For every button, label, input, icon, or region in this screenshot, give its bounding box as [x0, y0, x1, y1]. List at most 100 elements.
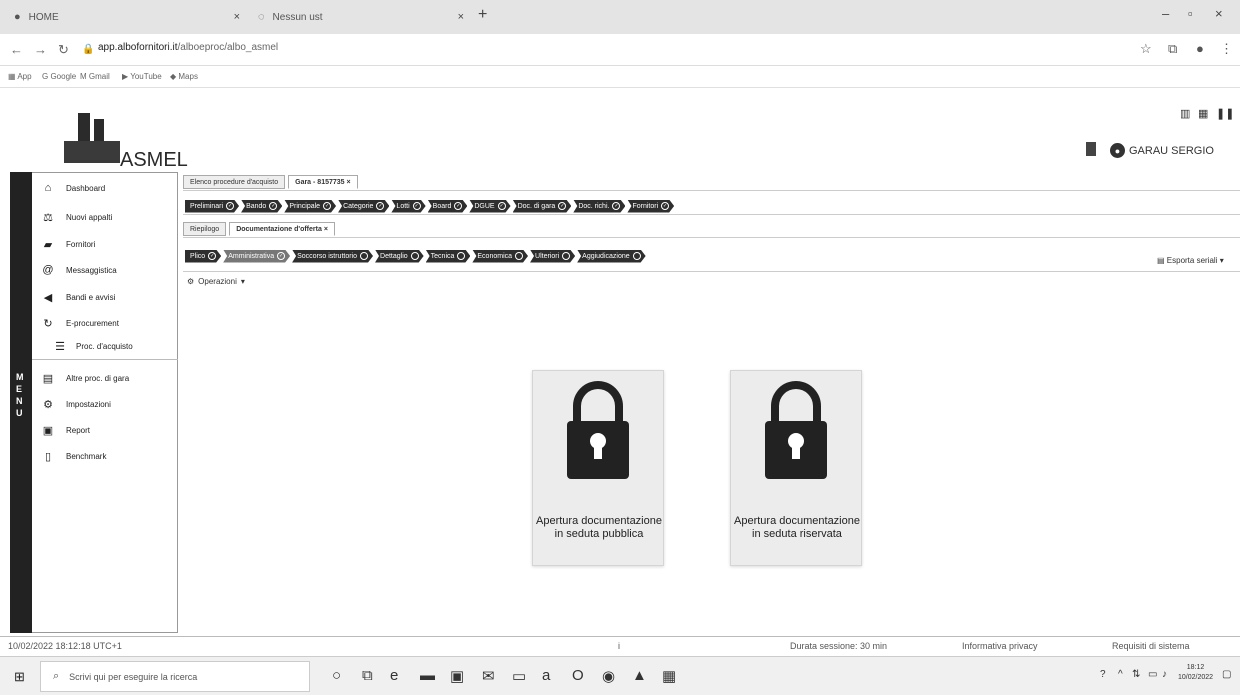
step-bando[interactable]: Bando ✓: [241, 200, 282, 213]
tab-riepilogo[interactable]: Riepilogo: [183, 222, 227, 236]
minimize-button[interactable]: –: [1162, 6, 1169, 21]
operations-dropdown[interactable]: ⚙ Operazioni ▾: [187, 277, 245, 286]
close-tab-icon[interactable]: ×: [458, 11, 464, 23]
bookmark-maps[interactable]: ◆ Maps: [170, 72, 198, 81]
circle-icon: [411, 252, 419, 260]
check-icon: ✓: [210, 253, 215, 259]
export-serials-button[interactable]: ▤ Esporta seriali ▾: [1157, 256, 1224, 265]
store-icon[interactable]: ▣: [450, 667, 464, 685]
phase-tecnica[interactable]: Tecnica: [426, 250, 471, 263]
card-label: Apertura documentazione in seduta pubbli…: [536, 515, 662, 540]
file-explorer-icon[interactable]: ▬: [420, 667, 435, 684]
star-icon[interactable]: ☆: [1140, 41, 1152, 57]
kebab-menu-icon[interactable]: ⋮: [1220, 41, 1233, 57]
bookmark-gmail[interactable]: M Gmail: [80, 72, 110, 81]
sidebar-item-benchmark[interactable]: ▯ Benchmark: [32, 443, 178, 469]
bookmark-google[interactable]: G Google: [42, 72, 76, 81]
sub-tabs: Riepilogo Documentazione d'offerta ×: [183, 221, 338, 237]
sidebar-item-fornitori[interactable]: ▰ Fornitori: [32, 231, 178, 257]
help-icon[interactable]: ?: [1100, 669, 1106, 680]
operations-label: Operazioni: [198, 277, 237, 286]
notifications-icon[interactable]: ▢: [1222, 669, 1231, 680]
forward-button[interactable]: →: [34, 42, 47, 57]
sidebar-item-impostazioni[interactable]: ⚙ Impostazioni: [32, 391, 178, 417]
browser-tab-home[interactable]: ● HOME ×: [6, 4, 246, 30]
sidebar-item-dashboard[interactable]: ⌂ Dashboard: [32, 175, 178, 201]
tab-elenco-procedure[interactable]: Elenco procedure d'acquisto: [183, 175, 286, 189]
step-dgue[interactable]: DGUE ✓: [469, 200, 510, 213]
edge-icon[interactable]: e: [390, 667, 398, 684]
sidebar-item-nuovi-appalti[interactable]: ⚖ Nuovi appalti: [32, 204, 178, 230]
taskbar-clock[interactable]: 18:12 10/02/2022: [1178, 663, 1213, 683]
battery-icon[interactable]: ▭: [1148, 669, 1157, 680]
office-icon[interactable]: O: [572, 667, 584, 684]
outlook-icon[interactable]: ▦: [662, 667, 676, 685]
step-fornitori[interactable]: Fornitori ✓: [627, 200, 674, 213]
amazon-icon[interactable]: a: [542, 667, 550, 684]
notebook-icon[interactable]: [1086, 142, 1096, 156]
menu-toggle[interactable]: M E N U: [10, 172, 32, 633]
bookmark-apps[interactable]: ▦ App: [8, 72, 32, 81]
close-tab-icon[interactable]: ×: [324, 226, 328, 233]
bookmark-youtube[interactable]: ▶ YouTube: [122, 72, 162, 81]
privacy-link[interactable]: Informativa privacy: [962, 641, 1038, 651]
network-icon[interactable]: ⇅: [1132, 669, 1140, 680]
circle-icon: [515, 252, 523, 260]
user-menu[interactable]: ● GARAU SERGIO: [1110, 143, 1214, 158]
profile-icon[interactable]: ●: [1196, 41, 1204, 56]
volume-icon[interactable]: ♪: [1162, 669, 1167, 680]
step-principale[interactable]: Principale ✓: [284, 200, 336, 213]
url-field[interactable]: app.albofornitori.it/alboeproc/albo_asme…: [98, 42, 278, 53]
sidebar-item-proc-acquisto[interactable]: ☰ Proc. d'acquisto: [32, 333, 178, 359]
step-doc-richi[interactable]: Doc. richi. ✓: [573, 200, 625, 213]
sidebar-item-bandi[interactable]: ◀ Bandi e avvisi: [32, 284, 178, 310]
step-preliminari[interactable]: Preliminari ✓: [185, 200, 239, 213]
tab-gara[interactable]: Gara - 8157735 ×: [288, 175, 358, 189]
step-lotti[interactable]: Lotti ✓: [391, 200, 425, 213]
maximize-button[interactable]: ▫: [1188, 6, 1193, 21]
phase-label: Ulteriori: [535, 252, 560, 260]
back-button[interactable]: ←: [10, 42, 23, 57]
logo-text: ASMEL: [120, 149, 188, 171]
layout-columns-icon[interactable]: ❚❚: [1216, 107, 1234, 120]
new-tab-button[interactable]: +: [478, 6, 487, 24]
layout-grid-icon[interactable]: ▥: [1180, 107, 1190, 120]
phase-aggiudicazione[interactable]: Aggiudicazione: [577, 250, 645, 263]
step-categorie[interactable]: Categorie ✓: [338, 200, 389, 213]
browser-tab-active[interactable]: ◌ Nessun ust ×: [250, 4, 470, 30]
check-icon: ✓: [227, 203, 233, 209]
phase-soccorso[interactable]: Soccorso istruttorio: [292, 250, 373, 263]
cortana-icon[interactable]: ○: [332, 667, 341, 684]
step-doc-gara[interactable]: Doc. di gara ✓: [513, 200, 572, 213]
sidebar-item-altre-proc[interactable]: ▤ Altre proc. di gara: [32, 365, 178, 391]
mail-icon[interactable]: ✉: [482, 667, 495, 685]
app-icon[interactable]: ▭: [512, 667, 526, 685]
sidebar-item-label: Proc. d'acquisto: [76, 341, 133, 351]
step-board[interactable]: Board ✓: [428, 200, 468, 213]
reload-button[interactable]: ↻: [58, 42, 69, 58]
sidebar-item-report[interactable]: ▣ Report: [32, 417, 178, 443]
phase-ulteriori[interactable]: Ulteriori: [530, 250, 575, 263]
phase-economica[interactable]: Economica: [472, 250, 528, 263]
chrome-icon[interactable]: ◉: [602, 667, 615, 685]
close-tab-icon[interactable]: ×: [234, 11, 240, 23]
layout-tiles-icon[interactable]: ▦: [1198, 107, 1208, 120]
taskbar-search[interactable]: ⌕ Scrivi qui per eseguire la ricerca: [40, 661, 310, 692]
task-view-icon[interactable]: ⧉: [362, 667, 373, 684]
sidebar-item-messaggistica[interactable]: @ Messaggistica: [32, 257, 178, 283]
photos-icon[interactable]: ▲: [632, 667, 647, 684]
phase-dettaglio[interactable]: Dettaglio: [375, 250, 424, 263]
extension-icon[interactable]: ⧉: [1168, 41, 1177, 57]
phase-plico[interactable]: Plico ✓: [185, 250, 221, 263]
phase-amministrativa[interactable]: Amministrativa ✓: [223, 250, 290, 263]
requirements-link[interactable]: Requisiti di sistema: [1112, 641, 1190, 651]
windows-start-icon[interactable]: ⊞: [14, 669, 25, 685]
open-public-session-card[interactable]: Apertura documentazione in seduta pubbli…: [532, 370, 664, 566]
open-private-session-card[interactable]: Apertura documentazione in seduta riserv…: [730, 370, 862, 566]
menu-letter: M: [16, 372, 24, 382]
tab-documentazione-offerta[interactable]: Documentazione d'offerta ×: [229, 222, 335, 236]
close-window-button[interactable]: ×: [1215, 6, 1223, 21]
tray-chevron-icon[interactable]: ^: [1118, 669, 1123, 680]
close-tab-icon[interactable]: ×: [347, 179, 351, 186]
asmel-logo[interactable]: ASMEL: [64, 113, 188, 173]
